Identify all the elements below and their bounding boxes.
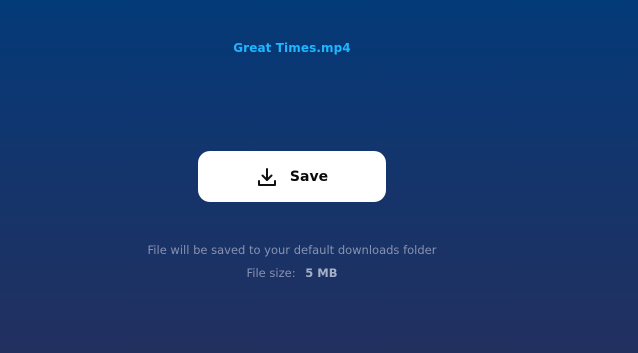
- file-size-value: 5 MB: [305, 266, 338, 280]
- file-name: Great Times.mp4: [233, 41, 351, 55]
- save-button-label: Save: [289, 168, 329, 185]
- file-size-label: File size:: [246, 266, 296, 280]
- download-icon: [256, 166, 278, 188]
- file-size-row: File size: 5 MB: [0, 266, 584, 280]
- save-button[interactable]: Save: [198, 151, 386, 202]
- download-location-hint: File will be saved to your default downl…: [147, 243, 437, 257]
